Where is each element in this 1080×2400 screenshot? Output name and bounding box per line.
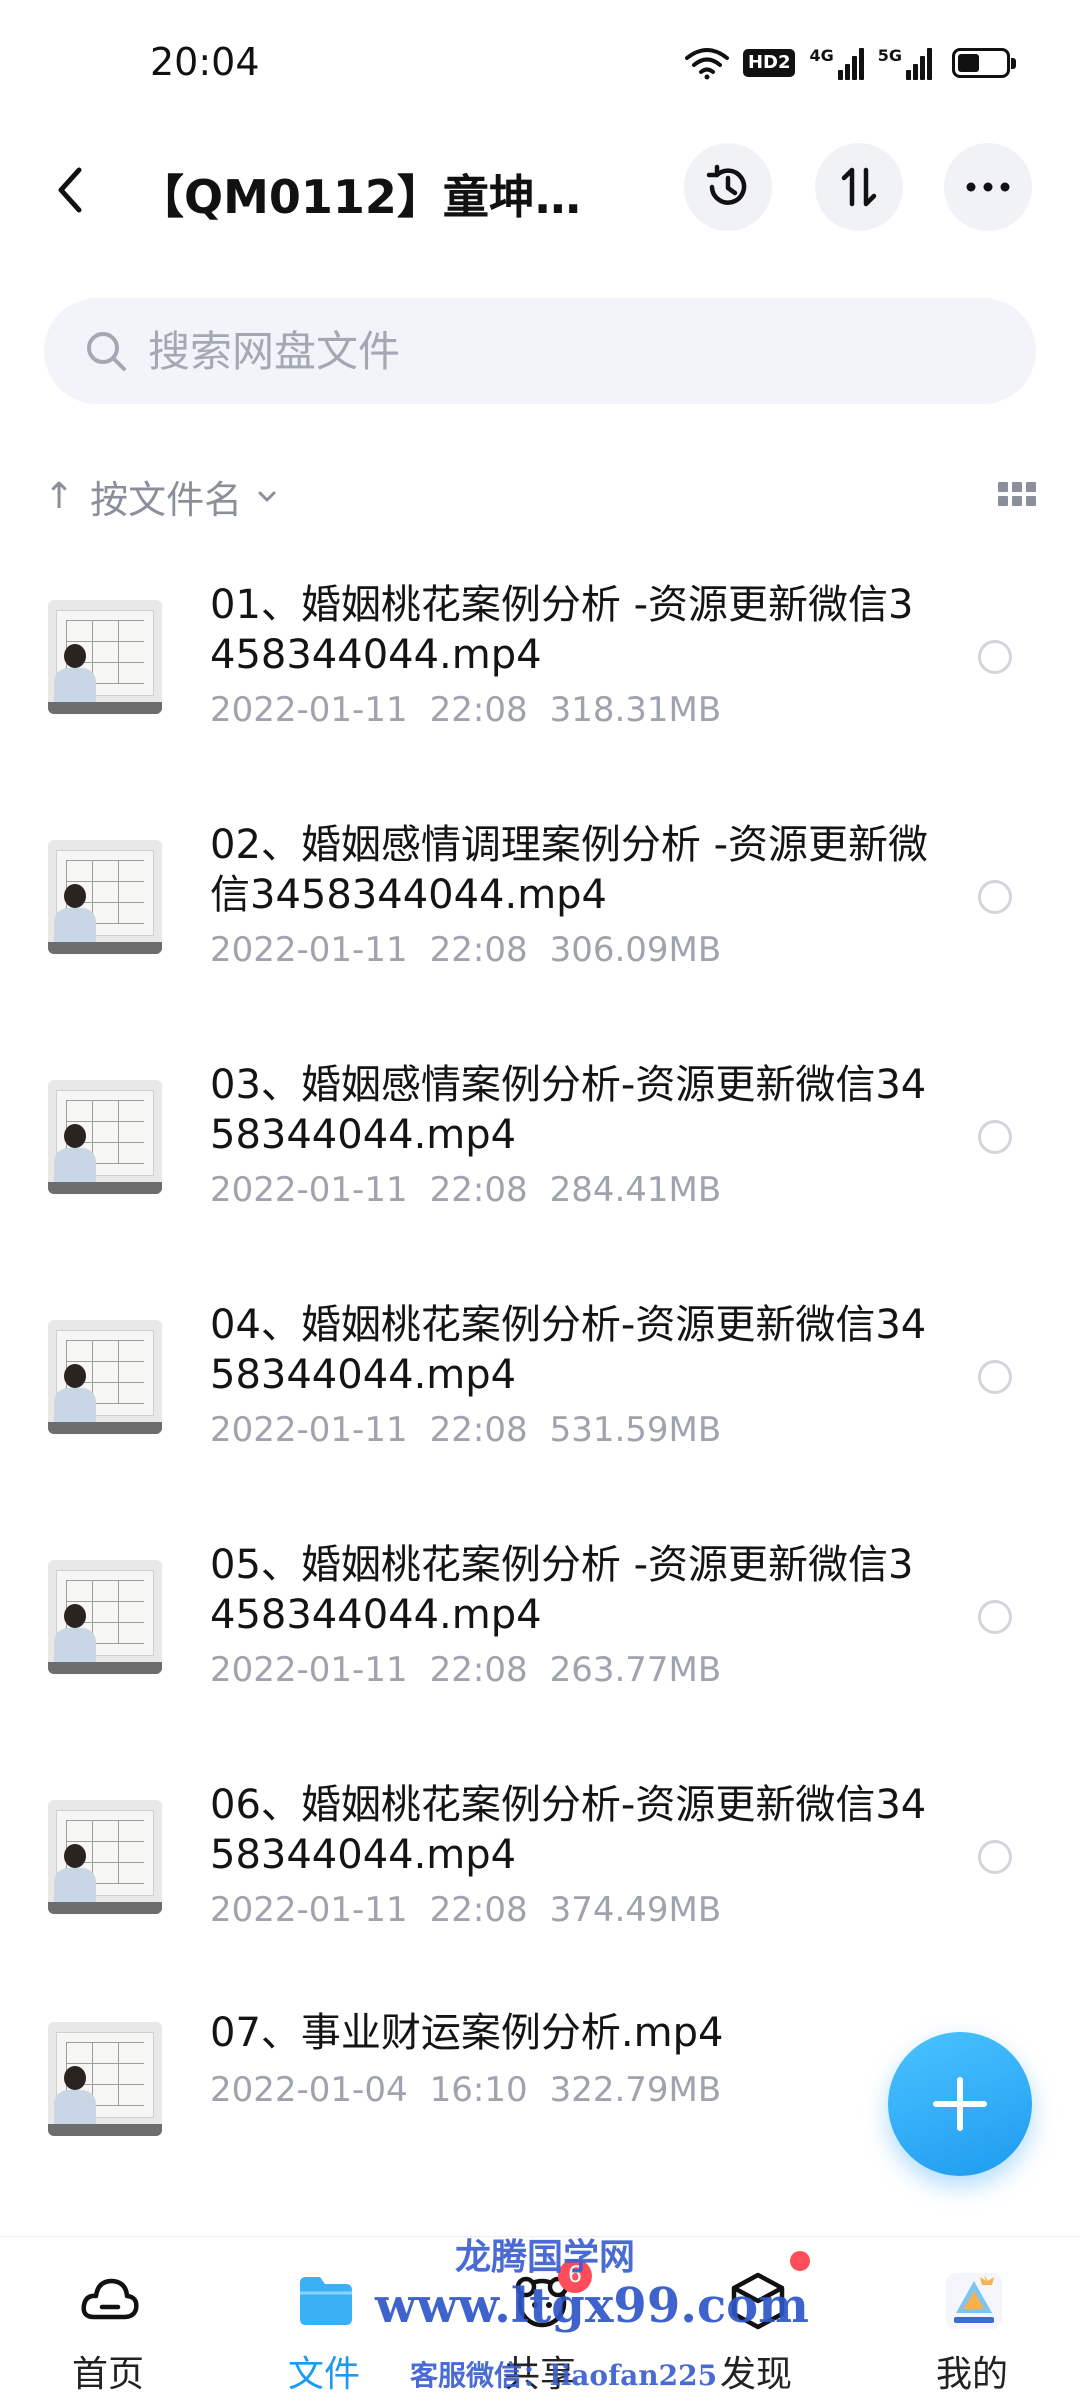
select-checkbox[interactable] — [978, 880, 1012, 914]
select-checkbox[interactable] — [978, 1120, 1012, 1154]
file-date: 2022-01-11 — [210, 1170, 408, 1210]
file-row[interactable]: 06、婚姻桃花案例分析-资源更新微信3458344044.mp4 2022-01-… — [0, 1760, 1080, 2000]
folder-icon — [300, 2277, 352, 2325]
file-name: 04、婚姻桃花案例分析-资源更新微信3458344044.mp4 — [210, 1302, 927, 1398]
file-name: 01、婚姻桃花案例分析 -资源更新微信3458344044.mp4 — [210, 582, 914, 678]
file-row[interactable]: 03、婚姻感情案例分析-资源更新微信3458344044.mp4 2022-01-… — [0, 1040, 1080, 1280]
file-date: 2022-01-11 — [210, 1650, 408, 1690]
video-thumbnail — [48, 840, 162, 954]
search-icon — [87, 332, 126, 371]
cloud-home-icon — [81, 2278, 139, 2320]
transfer-button[interactable] — [815, 143, 903, 231]
file-name: 03、婚姻感情案例分析-资源更新微信3458344044.mp4 — [210, 1062, 927, 1158]
chevron-left-icon — [58, 167, 82, 213]
sort-selector[interactable]: ↑ 按文件名 — [44, 469, 278, 524]
file-size: 531.59MB — [549, 1410, 722, 1450]
file-time: 22:08 — [429, 1170, 528, 1210]
nav-me-label: 我的 — [935, 2354, 1008, 2395]
watermark-contact: 客服微信：liaofan225 — [410, 2359, 718, 2392]
file-time: 22:08 — [429, 930, 528, 970]
file-time: 22:08 — [429, 690, 528, 730]
video-thumbnail — [48, 1080, 162, 1194]
signal-4g-icon: 4G — [809, 46, 864, 80]
file-date: 2022-01-11 — [210, 1410, 408, 1450]
sort-updown-icon — [841, 167, 877, 207]
file-name: 02、婚姻感情调理案例分析 -资源更新微信3458344044.mp4 — [210, 822, 929, 918]
signal-5g-icon: 5G — [878, 46, 932, 80]
status-icons: HD2 4G 5G — [684, 46, 1016, 80]
status-time: 20:04 — [150, 40, 260, 84]
video-thumbnail — [48, 1320, 162, 1434]
file-meta: 2022-01-11 22:08 284.41MB — [210, 1170, 721, 1210]
file-meta: 2022-01-04 16:10 322.79MB — [210, 2070, 721, 2110]
network-label-5g: 5G — [877, 46, 902, 65]
file-row[interactable]: 05、婚姻桃花案例分析 -资源更新微信3458344044.mp4 2022-01… — [0, 1520, 1080, 1760]
nav-files-label: 文件 — [287, 2354, 360, 2395]
add-button[interactable] — [888, 2032, 1032, 2176]
history-icon — [706, 164, 747, 205]
file-row[interactable]: 01、婚姻桃花案例分析 -资源更新微信3458344044.mp4 2022-01… — [0, 560, 1080, 800]
nav-home[interactable]: 首页 — [8, 2237, 208, 2400]
file-meta: 2022-01-11 22:08 374.49MB — [210, 1890, 721, 1930]
select-checkbox[interactable] — [978, 1360, 1012, 1394]
file-name: 06、婚姻桃花案例分析-资源更新微信3458344044.mp4 — [210, 1782, 927, 1878]
battery-icon — [952, 48, 1016, 78]
header: 【QM0112】童坤元... — [0, 135, 1080, 245]
search-input[interactable] — [148, 326, 948, 376]
file-meta: 2022-01-11 22:08 263.77MB — [210, 1650, 721, 1690]
discover-dot-badge — [790, 2251, 810, 2271]
select-checkbox[interactable] — [978, 1840, 1012, 1874]
sort-direction-icon: ↑ — [44, 475, 75, 517]
file-date: 2022-01-11 — [210, 1890, 408, 1930]
page-title: 【QM0112】童坤元... — [138, 170, 608, 224]
file-time: 16:10 — [429, 2070, 528, 2110]
file-date: 2022-01-11 — [210, 690, 408, 730]
select-checkbox[interactable] — [978, 1600, 1012, 1634]
back-button[interactable] — [40, 157, 100, 223]
file-time: 22:08 — [429, 1890, 528, 1930]
nav-me[interactable]: 我的 — [872, 2237, 1072, 2400]
wifi-icon — [684, 48, 729, 80]
file-meta: 2022-01-11 22:08 306.09MB — [210, 930, 721, 970]
video-thumbnail — [48, 2022, 162, 2136]
search-bar[interactable] — [44, 298, 1036, 404]
file-size: 306.09MB — [549, 930, 722, 970]
file-name: 07、事业财运案例分析.mp4 — [210, 2010, 724, 2056]
file-row[interactable]: 02、婚姻感情调理案例分析 -资源更新微信3458344044.mp4 2022-… — [0, 800, 1080, 1040]
file-row[interactable]: 04、婚姻桃花案例分析-资源更新微信3458344044.mp4 2022-01-… — [0, 1280, 1080, 1520]
video-thumbnail — [48, 1800, 162, 1914]
more-button[interactable] — [944, 143, 1032, 231]
file-size: 374.49MB — [549, 1890, 722, 1930]
history-button[interactable] — [684, 143, 772, 231]
file-size: 263.77MB — [549, 1650, 722, 1690]
file-time: 22:08 — [429, 1410, 528, 1450]
more-dots-icon — [966, 182, 1010, 192]
file-date: 2022-01-11 — [210, 930, 408, 970]
watermark-site-name: 龙腾国学网 — [455, 2236, 636, 2278]
plus-icon — [933, 2077, 987, 2131]
file-meta: 2022-01-11 22:08 531.59MB — [210, 1410, 721, 1450]
sort-label: 按文件名 — [90, 477, 243, 522]
video-thumbnail — [48, 600, 162, 714]
file-size: 322.79MB — [549, 2070, 722, 2110]
file-time: 22:08 — [429, 1650, 528, 1690]
nav-home-label: 首页 — [71, 2354, 144, 2395]
file-size: 284.41MB — [549, 1170, 722, 1210]
network-label-4g: 4G — [809, 46, 834, 65]
select-checkbox[interactable] — [978, 640, 1012, 674]
avatar-icon — [946, 2273, 1002, 2329]
grid-view-icon[interactable] — [998, 482, 1036, 510]
hd-icon: HD2 — [742, 49, 796, 77]
status-bar: 20:04 HD2 4G 5G — [0, 0, 1080, 135]
file-size: 318.31MB — [549, 690, 722, 730]
file-meta: 2022-01-11 22:08 318.31MB — [210, 690, 721, 730]
video-thumbnail — [48, 1560, 162, 1674]
file-name: 05、婚姻桃花案例分析 -资源更新微信3458344044.mp4 — [210, 1542, 914, 1638]
sort-row: ↑ 按文件名 — [44, 466, 1036, 526]
watermark-url: www.ltgx99.com — [375, 2278, 809, 2334]
chevron-down-icon — [258, 491, 276, 502]
file-date: 2022-01-04 — [210, 2070, 408, 2110]
